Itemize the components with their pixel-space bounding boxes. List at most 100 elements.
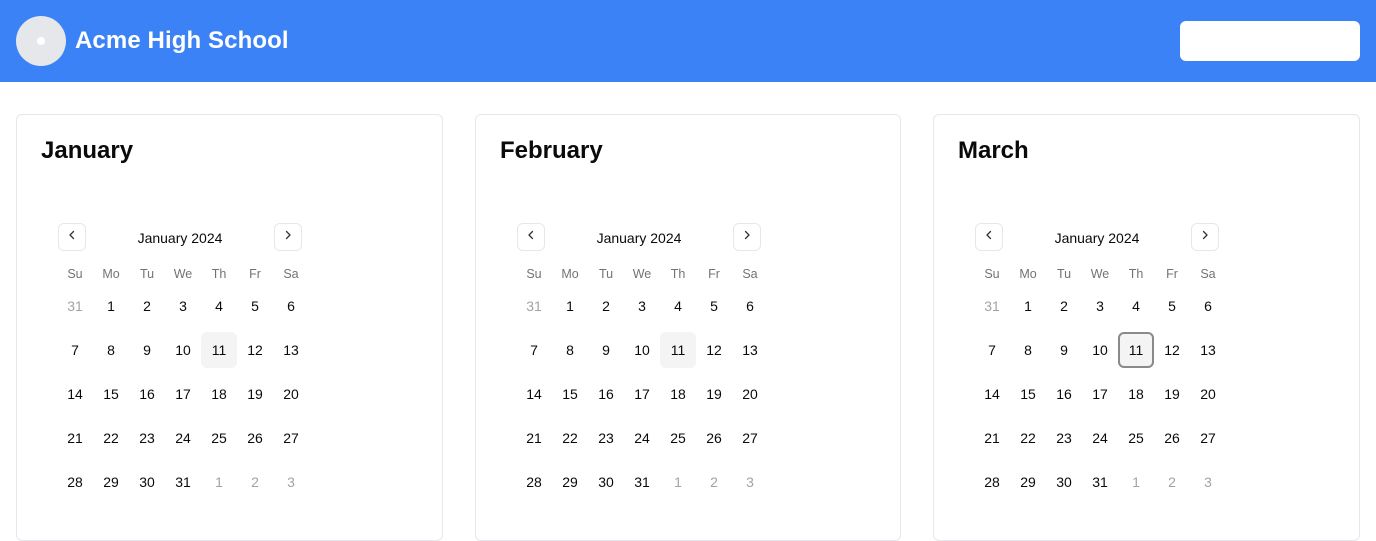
day-cell[interactable]: 3 [1190,464,1226,500]
day-cell[interactable]: 23 [129,420,165,456]
day-cell[interactable]: 3 [732,464,768,500]
day-cell[interactable]: 18 [660,376,696,412]
day-cell[interactable]: 5 [1154,288,1190,324]
day-cell[interactable]: 12 [1154,332,1190,368]
day-cell[interactable]: 8 [93,332,129,368]
day-cell-today[interactable]: 11 [660,332,696,368]
day-cell[interactable]: 23 [588,420,624,456]
next-month-button[interactable] [274,223,302,251]
day-cell[interactable]: 16 [129,376,165,412]
day-cell[interactable]: 27 [1190,420,1226,456]
day-cell[interactable]: 24 [624,420,660,456]
day-cell[interactable]: 14 [57,376,93,412]
day-cell[interactable]: 16 [1046,376,1082,412]
day-cell[interactable]: 1 [1118,464,1154,500]
day-cell[interactable]: 19 [1154,376,1190,412]
day-cell[interactable]: 28 [974,464,1010,500]
day-cell[interactable]: 17 [165,376,201,412]
day-cell[interactable]: 9 [1046,332,1082,368]
day-cell[interactable]: 4 [660,288,696,324]
day-cell[interactable]: 8 [552,332,588,368]
day-cell[interactable]: 13 [273,332,309,368]
header-input[interactable] [1180,21,1360,61]
day-cell[interactable]: 26 [237,420,273,456]
day-cell[interactable]: 30 [129,464,165,500]
day-cell[interactable]: 10 [624,332,660,368]
day-cell[interactable]: 22 [1010,420,1046,456]
day-cell[interactable]: 29 [1010,464,1046,500]
day-cell[interactable]: 22 [93,420,129,456]
day-cell[interactable]: 9 [588,332,624,368]
next-month-button[interactable] [733,223,761,251]
day-cell[interactable]: 23 [1046,420,1082,456]
day-cell[interactable]: 21 [516,420,552,456]
day-cell[interactable]: 31 [974,288,1010,324]
day-cell[interactable]: 17 [624,376,660,412]
day-cell[interactable]: 6 [1190,288,1226,324]
day-cell[interactable]: 29 [552,464,588,500]
day-cell[interactable]: 31 [516,288,552,324]
day-cell[interactable]: 27 [732,420,768,456]
day-cell[interactable]: 8 [1010,332,1046,368]
day-cell[interactable]: 31 [624,464,660,500]
day-cell[interactable]: 6 [273,288,309,324]
day-cell[interactable]: 1 [1010,288,1046,324]
day-cell[interactable]: 2 [129,288,165,324]
day-cell[interactable]: 25 [201,420,237,456]
day-cell[interactable]: 26 [1154,420,1190,456]
day-cell[interactable]: 6 [732,288,768,324]
day-cell[interactable]: 4 [1118,288,1154,324]
day-cell[interactable]: 1 [552,288,588,324]
day-cell[interactable]: 5 [696,288,732,324]
day-cell[interactable]: 26 [696,420,732,456]
day-cell[interactable]: 18 [201,376,237,412]
day-cell[interactable]: 2 [1046,288,1082,324]
day-cell[interactable]: 21 [974,420,1010,456]
day-cell[interactable]: 14 [974,376,1010,412]
day-cell[interactable]: 12 [696,332,732,368]
day-cell[interactable]: 9 [129,332,165,368]
day-cell[interactable]: 28 [516,464,552,500]
day-cell[interactable]: 7 [974,332,1010,368]
day-cell[interactable]: 21 [57,420,93,456]
day-cell[interactable]: 20 [1190,376,1226,412]
day-cell[interactable]: 30 [1046,464,1082,500]
day-cell[interactable]: 2 [696,464,732,500]
day-cell[interactable]: 13 [732,332,768,368]
day-cell[interactable]: 1 [660,464,696,500]
day-cell-today[interactable]: 11 [201,332,237,368]
day-cell[interactable]: 31 [165,464,201,500]
day-cell[interactable]: 5 [237,288,273,324]
day-cell[interactable]: 30 [588,464,624,500]
day-cell[interactable]: 27 [273,420,309,456]
day-cell[interactable]: 2 [588,288,624,324]
day-cell[interactable]: 3 [624,288,660,324]
day-cell[interactable]: 4 [201,288,237,324]
day-cell[interactable]: 19 [237,376,273,412]
day-cell[interactable]: 1 [93,288,129,324]
day-cell[interactable]: 20 [273,376,309,412]
day-cell[interactable]: 22 [552,420,588,456]
day-cell-today[interactable]: 11 [1118,332,1154,368]
day-cell[interactable]: 18 [1118,376,1154,412]
day-cell[interactable]: 31 [57,288,93,324]
next-month-button[interactable] [1191,223,1219,251]
day-cell[interactable]: 20 [732,376,768,412]
day-cell[interactable]: 7 [516,332,552,368]
day-cell[interactable]: 14 [516,376,552,412]
day-cell[interactable]: 3 [1082,288,1118,324]
day-cell[interactable]: 16 [588,376,624,412]
day-cell[interactable]: 19 [696,376,732,412]
day-cell[interactable]: 13 [1190,332,1226,368]
day-cell[interactable]: 10 [1082,332,1118,368]
day-cell[interactable]: 15 [93,376,129,412]
day-cell[interactable]: 15 [552,376,588,412]
day-cell[interactable]: 3 [165,288,201,324]
day-cell[interactable]: 24 [165,420,201,456]
day-cell[interactable]: 15 [1010,376,1046,412]
day-cell[interactable]: 2 [1154,464,1190,500]
day-cell[interactable]: 10 [165,332,201,368]
day-cell[interactable]: 3 [273,464,309,500]
day-cell[interactable]: 24 [1082,420,1118,456]
day-cell[interactable]: 25 [1118,420,1154,456]
